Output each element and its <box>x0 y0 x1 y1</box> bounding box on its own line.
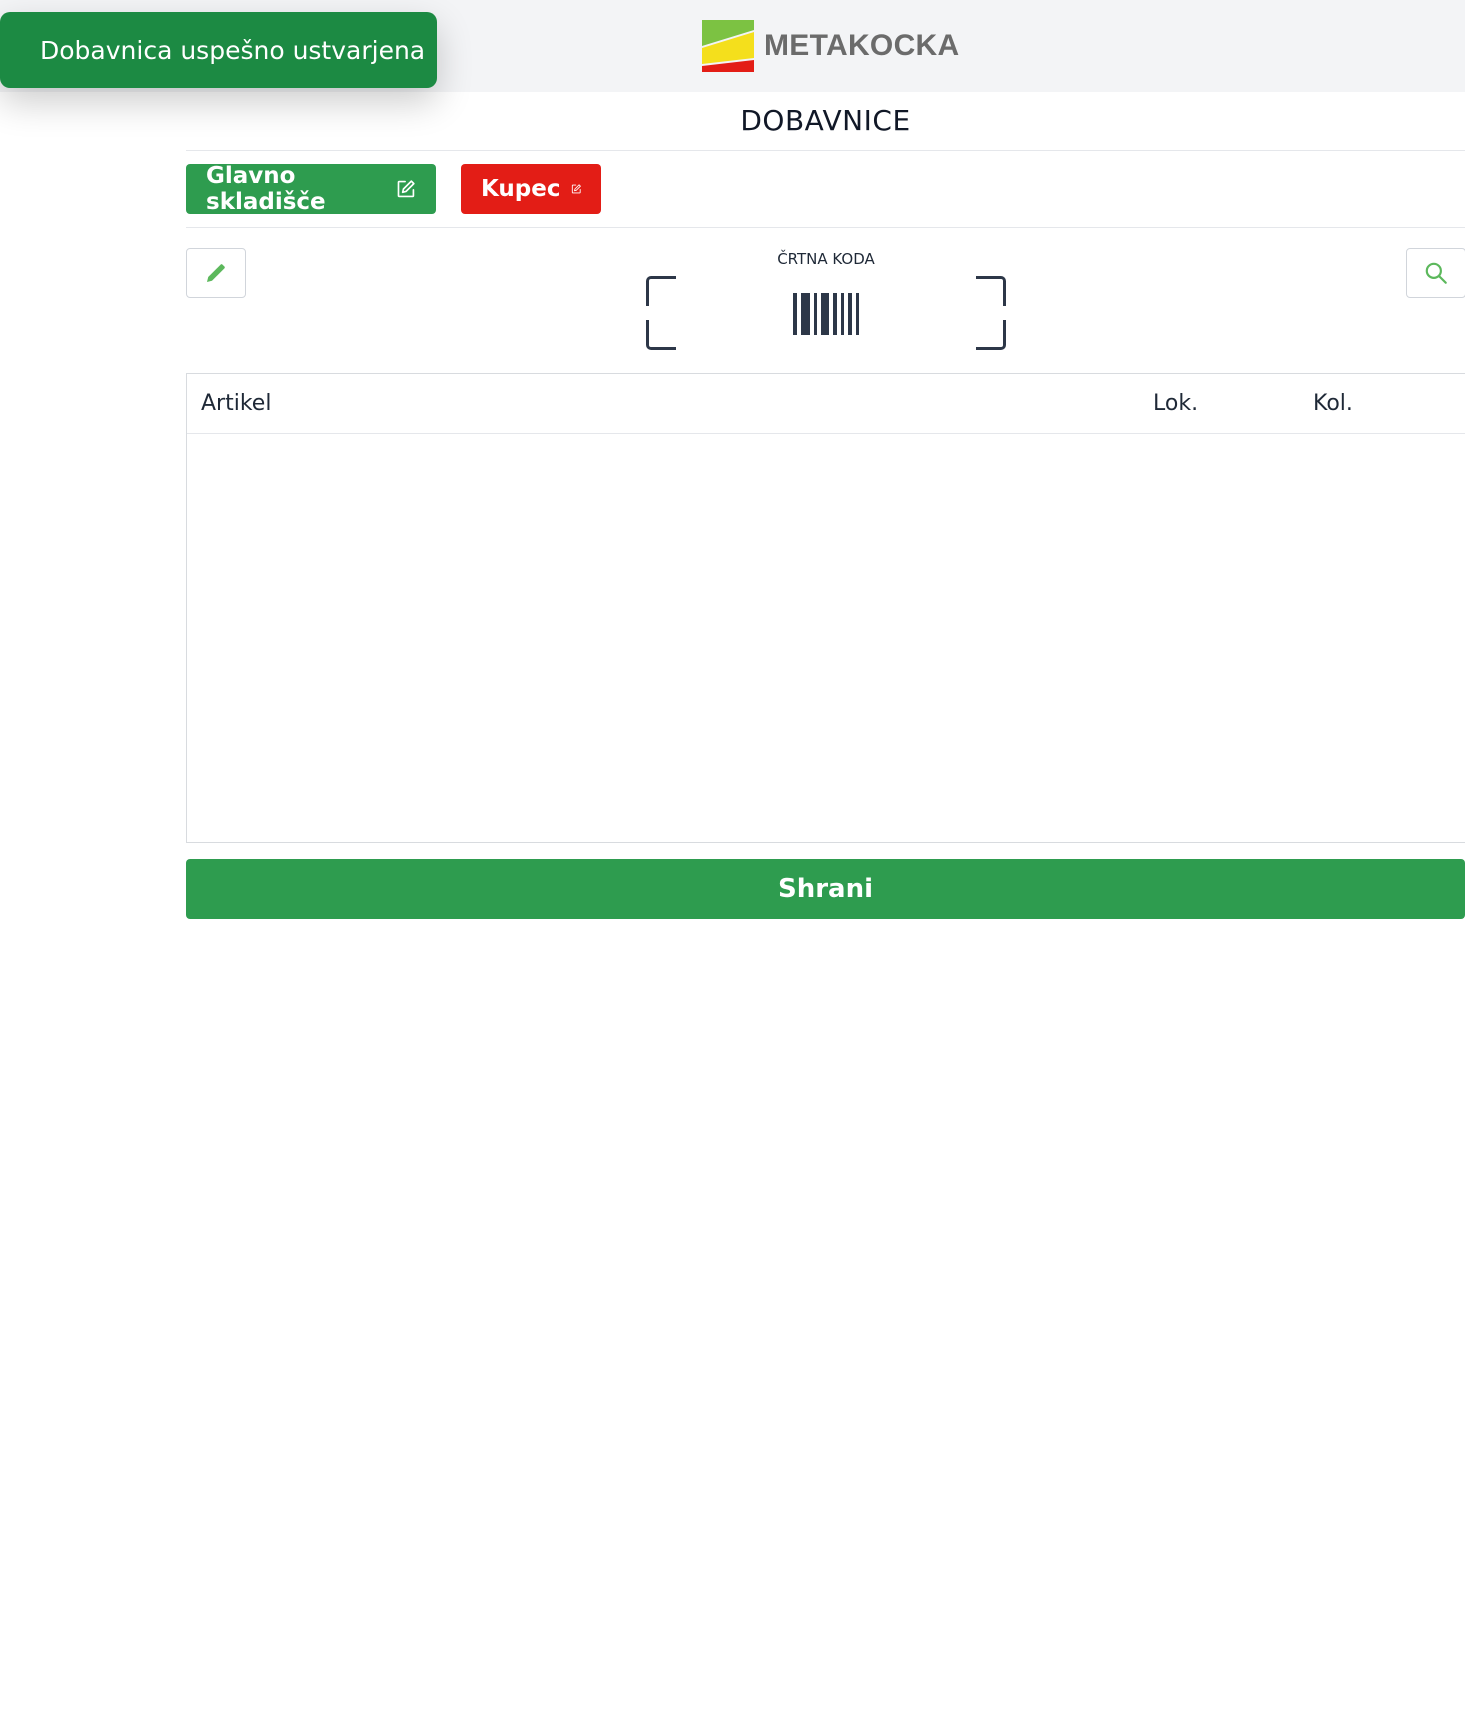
manual-entry-button[interactable] <box>186 248 246 298</box>
scan-corner-top-left <box>646 276 676 306</box>
barcode-label: ČRTNA KODA <box>777 250 875 268</box>
scan-corner-top-right <box>976 276 1006 306</box>
warehouse-button[interactable]: Glavno skladišče <box>186 163 436 215</box>
toast-message: Dobavnica uspešno ustvarjena <box>40 35 426 65</box>
edit-icon <box>397 180 415 198</box>
metakocka-logo-icon <box>702 20 754 72</box>
column-header-quantity: Kol. <box>1313 391 1353 416</box>
customer-label: Kupec <box>481 176 561 202</box>
warehouse-label: Glavno skladišče <box>206 163 326 215</box>
items-table: Artikel Lok. Kol. <box>186 373 1465 843</box>
barcode-scanner[interactable] <box>646 276 1006 350</box>
barcode-icon <box>793 293 859 335</box>
title-divider <box>186 150 1465 151</box>
save-button[interactable]: Shrani <box>186 859 1465 919</box>
success-toast[interactable]: Dobavnica uspešno ustvarjena <box>0 12 437 88</box>
tags-divider <box>186 227 1465 228</box>
scan-corner-bottom-right <box>976 320 1006 350</box>
page-root: Dobavnica uspešno ustvarjena METAKOCKA D… <box>0 0 1465 1722</box>
search-button[interactable] <box>1406 248 1465 298</box>
page-title: DOBAVNICE <box>740 104 911 137</box>
edit-icon <box>571 184 581 194</box>
logo[interactable]: METAKOCKA <box>702 20 959 72</box>
scan-corner-bottom-left <box>646 320 676 350</box>
logo-text: METAKOCKA <box>764 29 960 62</box>
pencil-icon <box>207 264 225 282</box>
customer-button[interactable]: Kupec <box>461 164 601 214</box>
search-icon <box>1425 262 1447 284</box>
column-header-location: Lok. <box>1153 391 1199 416</box>
column-header-article: Artikel <box>201 391 272 416</box>
table-header: Artikel Lok. Kol. <box>187 374 1465 434</box>
